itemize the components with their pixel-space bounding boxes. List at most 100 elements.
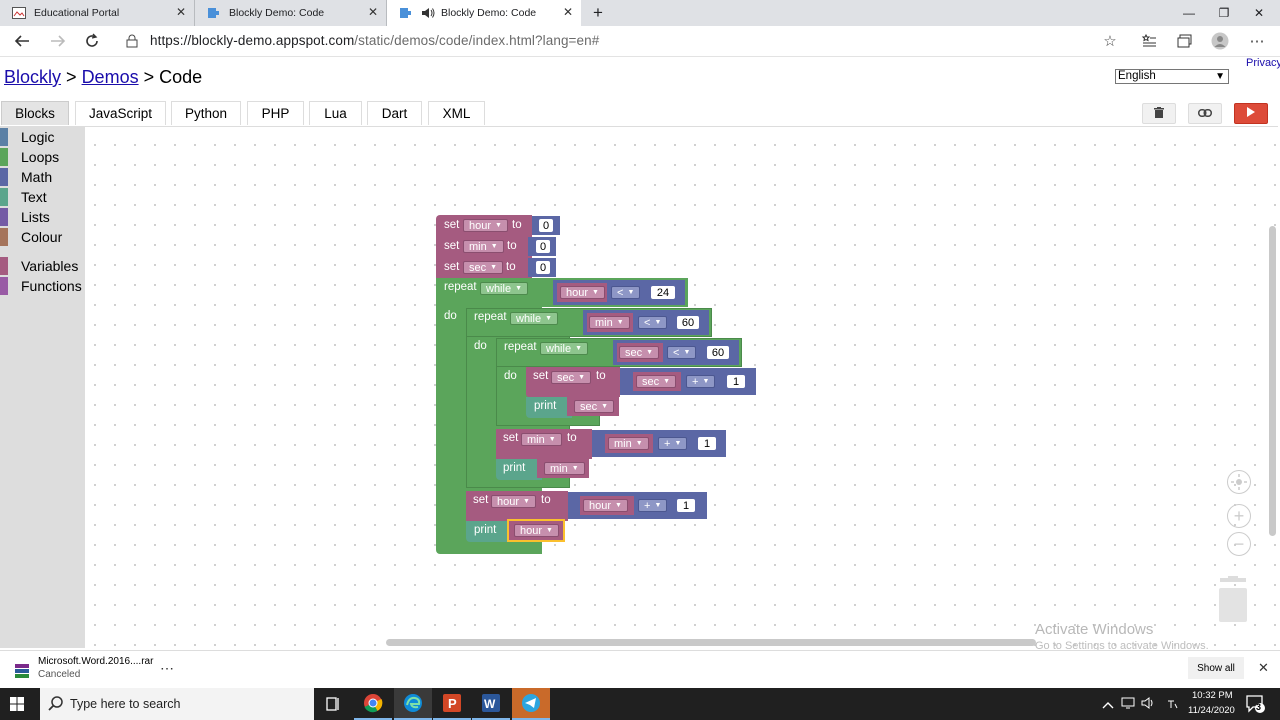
variable-dropdown[interactable]: min ▼: [521, 433, 562, 446]
loop-mode-dropdown[interactable]: while ▼: [510, 312, 559, 325]
close-tab-icon[interactable]: ✕: [176, 5, 186, 19]
variable-dropdown[interactable]: hour ▼: [463, 219, 508, 232]
edge-app-icon[interactable]: [394, 688, 432, 720]
variable-dropdown[interactable]: min ▼: [544, 462, 585, 475]
variable-dropdown[interactable]: sec ▼: [463, 261, 504, 274]
network-icon[interactable]: [1121, 696, 1137, 715]
taskbar-time[interactable]: 10:32 PM: [1192, 690, 1233, 701]
variable-dropdown[interactable]: hour ▼: [583, 499, 628, 512]
variable-dropdown[interactable]: min ▼: [608, 437, 649, 450]
forward-icon[interactable]: [46, 30, 70, 52]
operator-dropdown[interactable]: + ▼: [638, 499, 668, 512]
toolbox-category-loops[interactable]: Loops: [0, 147, 59, 167]
browser-tab-blockly-1[interactable]: Blockly Demo: Code ✕: [195, 0, 387, 26]
tab-xml[interactable]: XML: [428, 101, 485, 125]
variable-dropdown[interactable]: min ▼: [589, 316, 630, 329]
minimize-icon[interactable]: —: [1172, 0, 1206, 26]
telegram-app-icon[interactable]: [512, 688, 550, 720]
close-tab-icon[interactable]: ✕: [368, 5, 378, 19]
back-icon[interactable]: [10, 30, 34, 52]
variable-dropdown[interactable]: hour ▼: [491, 495, 536, 508]
workspace-vertical-scrollbar[interactable]: [1269, 226, 1276, 536]
operator-dropdown[interactable]: < ▼: [667, 346, 697, 359]
number-value[interactable]: 0: [536, 261, 550, 274]
loop-mode-dropdown[interactable]: while ▼: [540, 342, 589, 355]
variable-dropdown[interactable]: sec ▼: [636, 375, 677, 388]
tab-dart[interactable]: Dart: [367, 101, 422, 125]
notifications-icon[interactable]: [1245, 694, 1265, 719]
number-value[interactable]: 1: [677, 499, 695, 512]
refresh-icon[interactable]: [80, 30, 104, 52]
operator-dropdown[interactable]: + ▼: [686, 375, 716, 388]
browser-tab-blockly-active[interactable]: Blockly Demo: Code ✕: [387, 0, 581, 26]
number-value[interactable]: 24: [651, 286, 675, 299]
tab-python[interactable]: Python: [171, 101, 241, 125]
variable-dropdown[interactable]: sec ▼: [551, 371, 592, 384]
operator-dropdown[interactable]: < ▼: [611, 286, 641, 299]
link-button[interactable]: [1188, 103, 1222, 124]
url-field[interactable]: https://blockly-demo.appspot.com/static/…: [150, 33, 599, 48]
toolbox-category-lists[interactable]: Lists: [0, 207, 50, 227]
close-tab-icon[interactable]: ✕: [563, 5, 573, 19]
profile-avatar-icon[interactable]: [1208, 30, 1232, 52]
number-value[interactable]: 1: [727, 375, 745, 388]
toolbox-category-math[interactable]: Math: [0, 167, 52, 187]
trash-button[interactable]: [1142, 103, 1176, 124]
recenter-target-icon[interactable]: [1227, 470, 1251, 494]
variable-dropdown[interactable]: sec ▼: [574, 400, 615, 413]
taskbar-date[interactable]: 11/24/2020: [1188, 705, 1235, 716]
tab-lua[interactable]: Lua: [309, 101, 362, 125]
breadcrumb-blockly-link[interactable]: Blockly: [4, 67, 61, 87]
window-close-icon[interactable]: ✕: [1242, 0, 1276, 26]
powerpoint-app-icon[interactable]: P: [433, 688, 471, 720]
toolbox-category-colour[interactable]: Colour: [0, 227, 62, 247]
number-value[interactable]: 60: [707, 346, 729, 359]
show-hidden-icons-chevron-icon[interactable]: [1102, 697, 1114, 715]
download-more-button[interactable]: ⋯: [160, 660, 174, 677]
lock-icon[interactable]: [120, 30, 144, 52]
task-view-icon[interactable]: [314, 688, 352, 720]
variable-dropdown[interactable]: sec ▼: [619, 346, 660, 359]
chrome-app-icon[interactable]: [354, 688, 392, 720]
toolbox-category-logic[interactable]: Logic: [0, 127, 54, 147]
restore-icon[interactable]: ❐: [1207, 0, 1241, 26]
download-filename[interactable]: Microsoft.Word.2016....rar: [38, 656, 153, 667]
zoom-out-icon[interactable]: −: [1227, 532, 1251, 556]
variable-dropdown[interactable]: hour ▼: [560, 286, 605, 299]
browser-tab-educational-portal[interactable]: Educational Portal ✕: [0, 0, 195, 26]
toolbox-category-text[interactable]: Text: [0, 187, 47, 207]
tab-blocks[interactable]: Blocks: [1, 101, 69, 125]
windows-start-icon[interactable]: [10, 697, 24, 711]
variable-dropdown[interactable]: hour ▼: [514, 524, 559, 537]
word-app-icon[interactable]: W: [472, 688, 510, 720]
workspace-trash-can-icon[interactable]: [1218, 576, 1248, 622]
number-value[interactable]: 1: [698, 437, 716, 450]
toolbox-category-functions[interactable]: Functions: [0, 276, 82, 296]
number-value[interactable]: 0: [536, 240, 550, 253]
volume-icon[interactable]: [1141, 696, 1157, 715]
number-value[interactable]: 0: [539, 219, 553, 232]
tab-php[interactable]: PHP: [247, 101, 304, 125]
favorites-list-icon[interactable]: [1137, 30, 1161, 52]
number-value[interactable]: 60: [677, 316, 699, 329]
show-all-button[interactable]: Show all: [1188, 657, 1244, 679]
collections-icon[interactable]: [1173, 30, 1197, 52]
close-download-bar-icon[interactable]: ✕: [1258, 660, 1269, 676]
language-select[interactable]: English ▼: [1115, 69, 1229, 84]
tab-javascript[interactable]: JavaScript: [75, 101, 166, 125]
toolbox-category-variables[interactable]: Variables: [0, 256, 78, 276]
workspace-horizontal-scrollbar[interactable]: [386, 639, 1036, 646]
privacy-link[interactable]: Privacy: [1246, 57, 1280, 69]
speaker-audio-icon[interactable]: [421, 7, 435, 19]
breadcrumb-demos-link[interactable]: Demos: [82, 67, 139, 87]
operator-dropdown[interactable]: < ▼: [638, 316, 668, 329]
input-language-icon[interactable]: [1166, 697, 1178, 715]
settings-more-icon[interactable]: ⋯: [1245, 30, 1269, 52]
operator-dropdown[interactable]: + ▼: [658, 437, 688, 450]
run-button[interactable]: [1234, 103, 1268, 124]
new-tab-icon[interactable]: +: [581, 0, 615, 26]
variable-dropdown[interactable]: min ▼: [463, 240, 504, 253]
favorite-star-icon[interactable]: ☆: [1098, 30, 1122, 52]
loop-mode-dropdown[interactable]: while ▼: [480, 282, 529, 295]
zoom-in-icon[interactable]: +: [1227, 504, 1251, 528]
